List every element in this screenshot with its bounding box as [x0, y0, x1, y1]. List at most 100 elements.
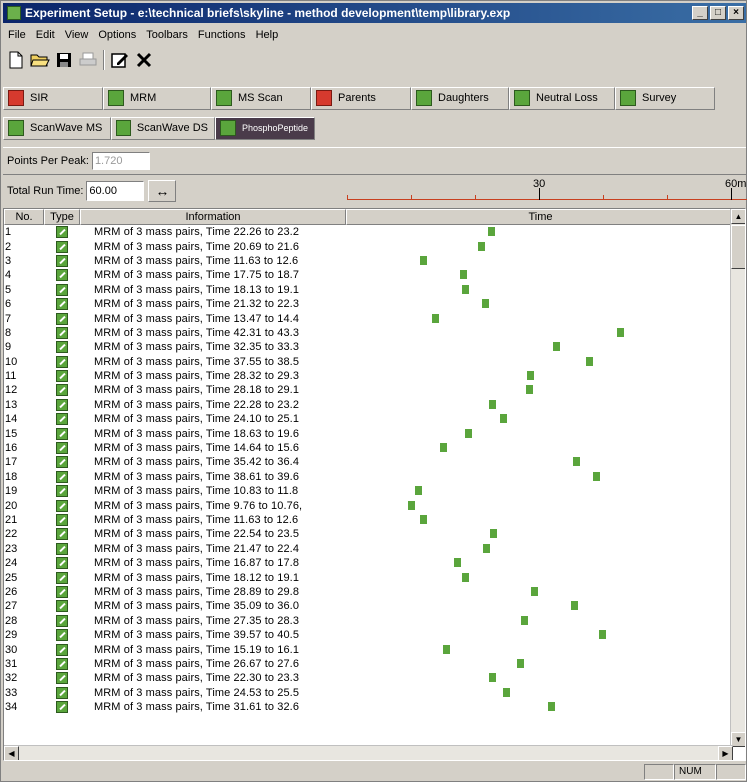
time-window-marker[interactable] [488, 227, 496, 237]
table-row[interactable]: 32 MRM of 3 mass pairs, Time 22.30 to 23.… [4, 671, 735, 685]
time-window-marker[interactable] [459, 270, 467, 280]
table-row[interactable]: 31 MRM of 3 mass pairs, Time 26.67 to 27.… [4, 657, 735, 671]
total-run-time-field[interactable]: 60.00 [86, 181, 145, 201]
scan-mrm-button[interactable]: MRM [103, 86, 211, 110]
table-row[interactable]: 7 MRM of 3 mass pairs, Time 13.47 to 14.4 [4, 311, 735, 325]
minimize-button[interactable]: _ [692, 6, 708, 20]
time-window-marker[interactable] [488, 399, 496, 409]
time-window-marker[interactable] [572, 457, 580, 467]
time-window-marker[interactable] [483, 543, 491, 553]
table-row[interactable]: 18 MRM of 3 mass pairs, Time 38.61 to 39.… [4, 470, 735, 484]
table-row[interactable]: 3 MRM of 3 mass pairs, Time 11.63 to 12.6 [4, 254, 735, 268]
time-window-marker[interactable] [420, 255, 428, 265]
table-row[interactable]: 28 MRM of 3 mass pairs, Time 27.35 to 28.… [4, 614, 735, 628]
maximize-button[interactable]: □ [710, 6, 726, 20]
table-row[interactable]: 8 MRM of 3 mass pairs, Time 42.31 to 43.3 [4, 326, 735, 340]
edit-icon[interactable] [109, 49, 131, 71]
column-header-time[interactable]: Time [346, 209, 735, 225]
table-row[interactable]: 21 MRM of 3 mass pairs, Time 11.63 to 12.… [4, 513, 735, 527]
menu-options[interactable]: Options [93, 29, 141, 41]
table-row[interactable]: 16 MRM of 3 mass pairs, Time 14.64 to 15.… [4, 441, 735, 455]
points-per-peak-field[interactable]: 1.720 [91, 152, 150, 170]
time-window-marker[interactable] [526, 385, 534, 395]
table-row[interactable]: 1 MRM of 3 mass pairs, Time 22.26 to 23.2 [4, 225, 735, 239]
table-row[interactable]: 24 MRM of 3 mass pairs, Time 16.87 to 17.… [4, 556, 735, 570]
table-row[interactable]: 2 MRM of 3 mass pairs, Time 20.69 to 21.6 [4, 239, 735, 253]
delete-icon[interactable] [133, 49, 155, 71]
menu-file[interactable]: File [3, 29, 31, 41]
column-header-type[interactable]: Type [44, 209, 80, 225]
time-window-marker[interactable] [439, 443, 447, 453]
time-window-marker[interactable] [462, 284, 470, 294]
scan-scanwave-ds-button[interactable]: ScanWave DS [111, 116, 215, 140]
time-window-marker[interactable] [616, 327, 624, 337]
table-row[interactable]: 30 MRM of 3 mass pairs, Time 15.19 to 16.… [4, 642, 735, 656]
time-window-marker[interactable] [408, 500, 416, 510]
column-header-no[interactable]: No. [4, 209, 44, 225]
table-row[interactable]: 11 MRM of 3 mass pairs, Time 28.32 to 29.… [4, 369, 735, 383]
vertical-scrollbar[interactable]: ▲ ▼ [730, 209, 745, 747]
time-window-marker[interactable] [530, 586, 538, 596]
table-row[interactable]: 13 MRM of 3 mass pairs, Time 22.28 to 23.… [4, 398, 735, 412]
scan-neutral-loss-button[interactable]: Neutral Loss [509, 86, 615, 110]
time-window-marker[interactable] [488, 673, 496, 683]
time-window-marker[interactable] [527, 371, 535, 381]
horizontal-scrollbar[interactable]: ◀ ▶ [4, 745, 733, 760]
new-file-icon[interactable] [5, 49, 27, 71]
table-row[interactable]: 15 MRM of 3 mass pairs, Time 18.63 to 19.… [4, 426, 735, 440]
time-window-marker[interactable] [553, 342, 561, 352]
table-row[interactable]: 20 MRM of 3 mass pairs, Time 9.76 to 10.7… [4, 498, 735, 512]
menu-functions[interactable]: Functions [193, 29, 251, 41]
table-row[interactable]: 17 MRM of 3 mass pairs, Time 35.42 to 36.… [4, 455, 735, 469]
table-row[interactable]: 34 MRM of 3 mass pairs, Time 31.61 to 32.… [4, 700, 735, 714]
open-folder-icon[interactable] [29, 49, 51, 71]
scan-scanwave-ms-button[interactable]: ScanWave MS [3, 116, 111, 140]
scroll-up-button[interactable]: ▲ [731, 209, 745, 224]
expand-arrows-button[interactable]: ↔ [148, 180, 177, 202]
menu-edit[interactable]: Edit [31, 29, 60, 41]
column-header-information[interactable]: Information [80, 209, 346, 225]
close-button[interactable]: × [728, 6, 744, 20]
menu-help[interactable]: Help [251, 29, 284, 41]
menu-view[interactable]: View [60, 29, 94, 41]
print-icon[interactable] [77, 49, 99, 71]
table-row[interactable]: 23 MRM of 3 mass pairs, Time 21.47 to 22.… [4, 542, 735, 556]
title-bar[interactable]: Experiment Setup - e:\technical briefs\s… [3, 3, 746, 23]
table-row[interactable]: 26 MRM of 3 mass pairs, Time 28.89 to 29.… [4, 585, 735, 599]
time-window-marker[interactable] [570, 601, 578, 611]
time-window-marker[interactable] [453, 558, 461, 568]
menu-toolbars[interactable]: Toolbars [141, 29, 193, 41]
time-window-marker[interactable] [548, 702, 556, 712]
scan-survey-button[interactable]: Survey [615, 86, 715, 110]
table-row[interactable]: 25 MRM of 3 mass pairs, Time 18.12 to 19.… [4, 570, 735, 584]
table-row[interactable]: 4 MRM of 3 mass pairs, Time 17.75 to 18.7 [4, 268, 735, 282]
table-row[interactable]: 10 MRM of 3 mass pairs, Time 37.55 to 38.… [4, 355, 735, 369]
time-window-marker[interactable] [420, 515, 428, 524]
table-row[interactable]: 29 MRM of 3 mass pairs, Time 39.57 to 40.… [4, 628, 735, 642]
time-window-marker[interactable] [502, 687, 510, 697]
time-window-marker[interactable] [461, 572, 469, 582]
time-window-marker[interactable] [415, 486, 423, 496]
scan-parents-button[interactable]: Parents [311, 86, 411, 110]
time-window-marker[interactable] [490, 529, 498, 539]
time-window-marker[interactable] [599, 630, 607, 640]
time-window-marker[interactable] [465, 428, 473, 438]
scan-phosphopeptide-button[interactable]: PhosphoPeptide [215, 116, 315, 140]
table-row[interactable]: 27 MRM of 3 mass pairs, Time 35.09 to 36.… [4, 599, 735, 613]
time-window-marker[interactable] [482, 299, 490, 309]
table-row[interactable]: 5 MRM of 3 mass pairs, Time 18.13 to 19.1 [4, 283, 735, 297]
time-window-marker[interactable] [593, 471, 601, 481]
scroll-right-button[interactable]: ▶ [718, 746, 733, 760]
time-window-marker[interactable] [586, 356, 594, 366]
scroll-down-button[interactable]: ▼ [731, 732, 745, 747]
time-window-marker[interactable] [443, 644, 451, 654]
scan-sir-button[interactable]: SIR [3, 86, 103, 110]
table-row[interactable]: 14 MRM of 3 mass pairs, Time 24.10 to 25.… [4, 412, 735, 426]
table-row[interactable]: 33 MRM of 3 mass pairs, Time 24.53 to 25.… [4, 686, 735, 700]
scroll-left-button[interactable]: ◀ [4, 746, 19, 760]
scan-ms-scan-button[interactable]: MS Scan [211, 86, 311, 110]
table-row[interactable]: 12 MRM of 3 mass pairs, Time 28.18 to 29.… [4, 383, 735, 397]
time-window-marker[interactable] [478, 241, 486, 251]
table-row[interactable]: 9 MRM of 3 mass pairs, Time 32.35 to 33.3 [4, 340, 735, 354]
time-window-marker[interactable] [500, 414, 508, 424]
